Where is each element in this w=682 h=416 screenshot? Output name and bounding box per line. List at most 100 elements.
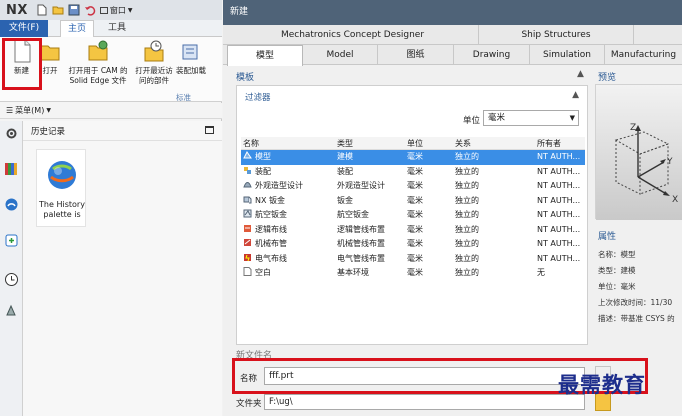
unit-select[interactable]: 毫米 ▼ (483, 110, 579, 126)
nx-ribbon-tabs: 文件(F) 主页 工具 (0, 20, 222, 38)
row-unit: 毫米 (407, 152, 423, 161)
column-header-owner[interactable]: 所有者 (537, 137, 585, 150)
web-browser-icon[interactable] (4, 197, 19, 212)
history-globe-icon (48, 161, 76, 189)
table-row[interactable]: 电气布线 电气管线布置 毫米 独立的 NT AUTH... (241, 252, 585, 267)
row-name-cell: 模型 (241, 150, 337, 165)
new-button-label: 新建 (14, 66, 29, 75)
tab-home[interactable]: 主页 (60, 20, 94, 38)
row-owner: NT AUTH... (537, 195, 581, 205)
model-template-icon (243, 151, 252, 159)
maximize-icon[interactable] (205, 126, 214, 134)
dialog-title-bar: 新建 (223, 0, 682, 25)
system-materials-icon[interactable] (4, 303, 19, 318)
undo-icon[interactable] (84, 4, 96, 16)
tab-drawing[interactable]: Drawing (454, 45, 530, 65)
column-header-name[interactable]: 名称 (241, 137, 337, 150)
row-name-cell: NX 钣金 (241, 194, 337, 209)
row-relation: 独立的 (455, 253, 479, 263)
table-row[interactable]: 装配 装配 毫米 独立的 NT AUTH... (241, 165, 585, 180)
templates-table: 名称 类型 单位 关系 所有者 模型 建模 毫米 独立的 NT AUTH... … (241, 137, 585, 281)
new-button[interactable]: 新建 (3, 39, 40, 91)
palette-books-icon[interactable] (4, 161, 19, 176)
property-value: 带基准 CSYS 的 (620, 314, 675, 323)
folder-label: 文件夹 (236, 399, 262, 409)
tab-drawing-cn[interactable]: 图纸 (378, 45, 454, 65)
chevron-down-icon: ▼ (46, 107, 51, 114)
chevron-down-icon: ▼ (127, 6, 133, 14)
property-label: 描述： (598, 314, 621, 323)
tab-file[interactable]: 文件(F) (0, 20, 48, 37)
history-clock-icon[interactable] (4, 272, 19, 287)
row-unit: 毫米 (407, 253, 423, 263)
history-panel: 历史记录 The History palette is (23, 121, 222, 416)
table-row[interactable]: 航空钣金 航空钣金 毫米 独立的 NT AUTH... (241, 208, 585, 223)
history-card[interactable]: The History palette is (36, 149, 86, 227)
property-value: 毫米 (620, 282, 636, 291)
open-button[interactable]: 打开 (38, 39, 62, 76)
tab-simulation[interactable]: Simulation (530, 45, 605, 65)
folder-input[interactable]: F:\ug\ (264, 394, 585, 410)
column-header-unit[interactable]: 单位 (407, 137, 455, 150)
settings-gear-icon[interactable] (4, 126, 19, 141)
property-value: 模型 (620, 250, 636, 259)
column-header-type[interactable]: 类型 (337, 137, 407, 150)
history-card-text: The History palette is (37, 200, 87, 220)
table-row[interactable]: NX 钣金 钣金 毫米 独立的 NT AUTH... (241, 194, 585, 209)
tab-mechatronics[interactable]: Mechatronics Concept Designer (227, 25, 479, 45)
row-type: 逻辑管线布置 (337, 224, 385, 234)
row-owner: NT AUTH... (537, 253, 581, 263)
row-owner: NT AUTH... (537, 181, 581, 190)
table-row[interactable]: 模型 建模 毫米 独立的 NT AUTH... (241, 150, 585, 165)
history-card-text-line2: palette is (43, 210, 81, 219)
row-name: 空白 (255, 268, 271, 277)
row-unit: 毫米 (407, 181, 423, 190)
new-file-icon[interactable] (36, 4, 48, 16)
csys-preview-icon: Z Y X (596, 85, 682, 220)
open-recent-label-line1: 打开最近访 (135, 66, 173, 75)
row-unit: 毫米 (407, 239, 423, 248)
property-type: 类型：建模 (598, 265, 636, 276)
preview-box: Z Y X (595, 84, 682, 220)
table-header: 名称 类型 单位 关系 所有者 (241, 137, 585, 150)
reuse-library-icon[interactable] (4, 233, 19, 248)
name-input[interactable]: fff.prt (264, 367, 585, 385)
property-label: 单位： (598, 282, 621, 291)
history-panel-title: 历史记录 (31, 126, 66, 137)
tab-ship-structures[interactable]: Ship Structures (479, 25, 634, 45)
row-name: 外观造型设计 (255, 181, 303, 190)
table-row[interactable]: 空白 基本环境 毫米 独立的 无 (241, 266, 585, 281)
tab-tools[interactable]: 工具 (100, 20, 134, 37)
table-row[interactable]: 外观造型设计 外观造型设计 毫米 独立的 NT AUTH... (241, 179, 585, 194)
chevron-up-icon[interactable]: ▲ (577, 69, 584, 79)
column-header-relation[interactable]: 关系 (455, 137, 537, 150)
menu-button[interactable]: ☰ 菜单(M) ▼ (6, 105, 51, 116)
table-row[interactable]: 机械布管 机械管线布置 毫米 独立的 NT AUTH... (241, 237, 585, 252)
row-name-cell: 装配 (241, 165, 337, 180)
tab-manufacturing[interactable]: Manufacturing (605, 45, 682, 65)
row-relation: 独立的 (455, 152, 479, 161)
row-type: 机械管线布置 (337, 239, 385, 248)
tab-model-cn[interactable]: 模型 (227, 45, 303, 66)
open-folder-icon[interactable] (52, 4, 64, 16)
assembly-load-button[interactable]: 装配加载 (176, 39, 222, 76)
table-row[interactable]: 逻辑布线 逻辑管线布置 毫米 独立的 NT AUTH... (241, 223, 585, 238)
property-value: 11/30 (650, 298, 673, 307)
row-unit: 毫米 (407, 195, 423, 205)
open-cam-solid-edge-button[interactable]: 打开用于 CAM 的 Solid Edge 文件 (62, 39, 134, 86)
logical-routing-template-icon (244, 224, 251, 232)
save-icon[interactable] (68, 4, 80, 16)
open-recent-part-button[interactable]: 打开最近访 问的部件 (132, 39, 176, 86)
nx-title-bar: NX 窗口 ▼ (0, 0, 222, 20)
menu-bar: ☰ 菜单(M) ▼ (0, 103, 222, 119)
tab-model[interactable]: Model (303, 45, 378, 65)
row-relation: 独立的 (455, 239, 479, 248)
z-axis-label: Z (630, 123, 636, 133)
assembly-load-icon (182, 44, 198, 60)
new-dialog: 新建 Mechatronics Concept Designer Ship St… (223, 0, 682, 416)
watermark-logo: 最需教育 (558, 373, 646, 397)
row-owner: 无 (537, 268, 545, 277)
history-panel-header: 历史记录 (23, 121, 222, 141)
chevron-up-icon[interactable]: ▲ (572, 90, 579, 100)
window-menu-button[interactable]: 窗口 ▼ (99, 5, 133, 16)
